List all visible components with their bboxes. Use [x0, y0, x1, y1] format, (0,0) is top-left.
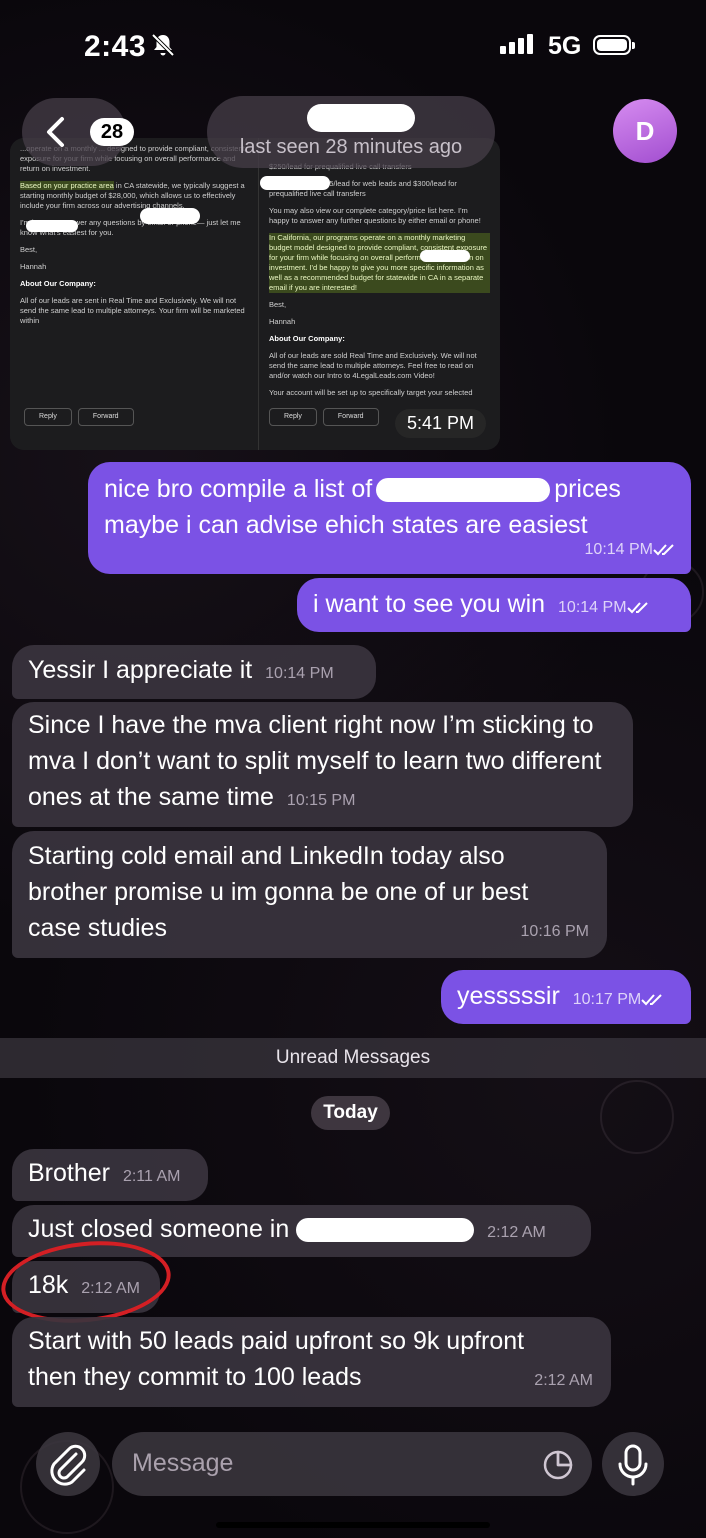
email-heading: About Our Company: — [20, 279, 96, 288]
message-time: 10:17 PM — [572, 991, 642, 1008]
message-text: Start with 50 leads paid upfront so 9k u… — [28, 1327, 525, 1391]
email-text: Your account will be set up to specifica… — [269, 388, 473, 397]
email-text: You may also view our complete category/… — [269, 206, 481, 225]
email-highlight: Based on your practice area — [20, 181, 114, 190]
message-bubble-outgoing[interactable]: yesssssir 10:17 PM — [441, 970, 691, 1024]
email-heading: About Our Company: — [269, 334, 345, 343]
message-input-placeholder: Message — [132, 1449, 234, 1477]
double-check-icon — [641, 994, 662, 1006]
message-bubble-incoming[interactable]: Brother 2:11 AM — [12, 1149, 208, 1201]
unread-messages-divider: Unread Messages — [0, 1038, 706, 1078]
message-time: 10:16 PM — [520, 923, 589, 940]
redaction-mark — [260, 176, 330, 190]
redaction-mark — [420, 250, 470, 262]
double-check-icon — [626, 602, 648, 614]
message-bubble-incoming[interactable]: Start with 50 leads paid upfront so 9k u… — [12, 1317, 611, 1407]
double-check-icon — [653, 544, 674, 556]
message-time: 2:12 AM — [487, 1224, 546, 1241]
date-chip: Today — [311, 1096, 390, 1130]
unread-count-badge: 28 — [90, 118, 134, 146]
message-text: yesssssir — [457, 982, 560, 1010]
message-time: 10:14 PM — [584, 541, 653, 558]
message-bubble-incoming[interactable]: Starting cold email and LinkedIn today a… — [12, 831, 607, 958]
email-text: Hannah — [269, 317, 296, 326]
email-forward-button: Forward — [322, 408, 379, 426]
battery-icon — [593, 35, 635, 55]
signal-icon — [500, 34, 533, 54]
voice-message-button[interactable] — [602, 1432, 664, 1496]
email-reply-button: Reply — [24, 408, 72, 426]
redaction-mark — [296, 1218, 475, 1243]
back-button[interactable]: 28 — [22, 98, 134, 166]
redaction-mark — [376, 478, 551, 503]
email-text: All of our leads are sold Real Time and … — [269, 351, 477, 380]
message-bubble-incoming[interactable]: Yessir I appreciate it 10:14 PM — [12, 645, 376, 699]
redaction-mark — [140, 208, 200, 224]
message-time: 10:14 PM — [265, 665, 334, 682]
email-text: Best, — [269, 300, 287, 309]
contact-name-redacted — [307, 104, 415, 132]
message-text: Brother — [28, 1159, 110, 1187]
message-text: Just closed someone in — [28, 1215, 290, 1243]
message-text: Yessir I appreciate it — [28, 656, 253, 684]
message-time: 10:15 PM — [286, 792, 356, 809]
email-reply-button: Reply — [269, 408, 317, 426]
email-text: Based on your practice area in CA statew… — [20, 181, 246, 211]
message-text: nice bro compile a list of — [104, 475, 373, 503]
email-screenshot-left: ...operate on a monthly ... designed to … — [10, 138, 256, 450]
avatar[interactable]: D — [613, 99, 677, 163]
network-type: 5G — [548, 32, 582, 60]
email-highlight: In California, our programs operate on a… — [269, 233, 490, 293]
email-action-bar: Reply Forward — [24, 408, 134, 426]
message-bubble-outgoing[interactable]: nice bro compile a list of prices maybe i… — [88, 462, 691, 574]
home-indicator — [216, 1522, 490, 1528]
email-text: Best, — [20, 245, 38, 254]
last-seen-status: last seen 28 minutes ago — [239, 136, 463, 158]
message-text: prices — [554, 475, 621, 503]
email-forward-button: Forward — [77, 408, 134, 426]
chevron-left-icon — [47, 117, 64, 147]
message-input[interactable]: Message — [112, 1432, 592, 1496]
email-action-bar: Reply Forward — [269, 408, 379, 426]
image-message[interactable]: ...operate on a monthly ... designed to … — [10, 138, 500, 450]
sticker-icon[interactable] — [542, 1449, 574, 1481]
message-bubble-incoming[interactable]: Since I have the mva client right now I’… — [12, 702, 633, 827]
message-text: i want to see you win — [313, 590, 546, 618]
message-time: 10:14 PM — [558, 599, 627, 616]
bell-muted-icon — [151, 33, 175, 57]
attach-button[interactable] — [36, 1432, 100, 1496]
message-time: 5:41 PM — [394, 409, 486, 438]
redaction-mark — [26, 220, 78, 232]
paperclip-icon — [50, 1444, 87, 1486]
wallpaper-doodle — [600, 1080, 674, 1154]
chat-title[interactable]: last seen 28 minutes ago — [207, 96, 495, 168]
message-text: Starting cold email and LinkedIn today a… — [28, 842, 529, 942]
microphone-icon — [618, 1444, 648, 1486]
message-bubble-outgoing[interactable]: i want to see you win 10:14 PM — [297, 578, 691, 632]
status-bar: 2:43 5G — [0, 0, 706, 90]
message-time: 2:12 AM — [534, 1372, 593, 1389]
email-text: Hannah — [20, 262, 47, 271]
status-time: 2:43 — [84, 30, 147, 63]
email-text: All of our leads are sent in Real Time a… — [20, 296, 245, 325]
message-time: 2:11 AM — [122, 1168, 181, 1185]
